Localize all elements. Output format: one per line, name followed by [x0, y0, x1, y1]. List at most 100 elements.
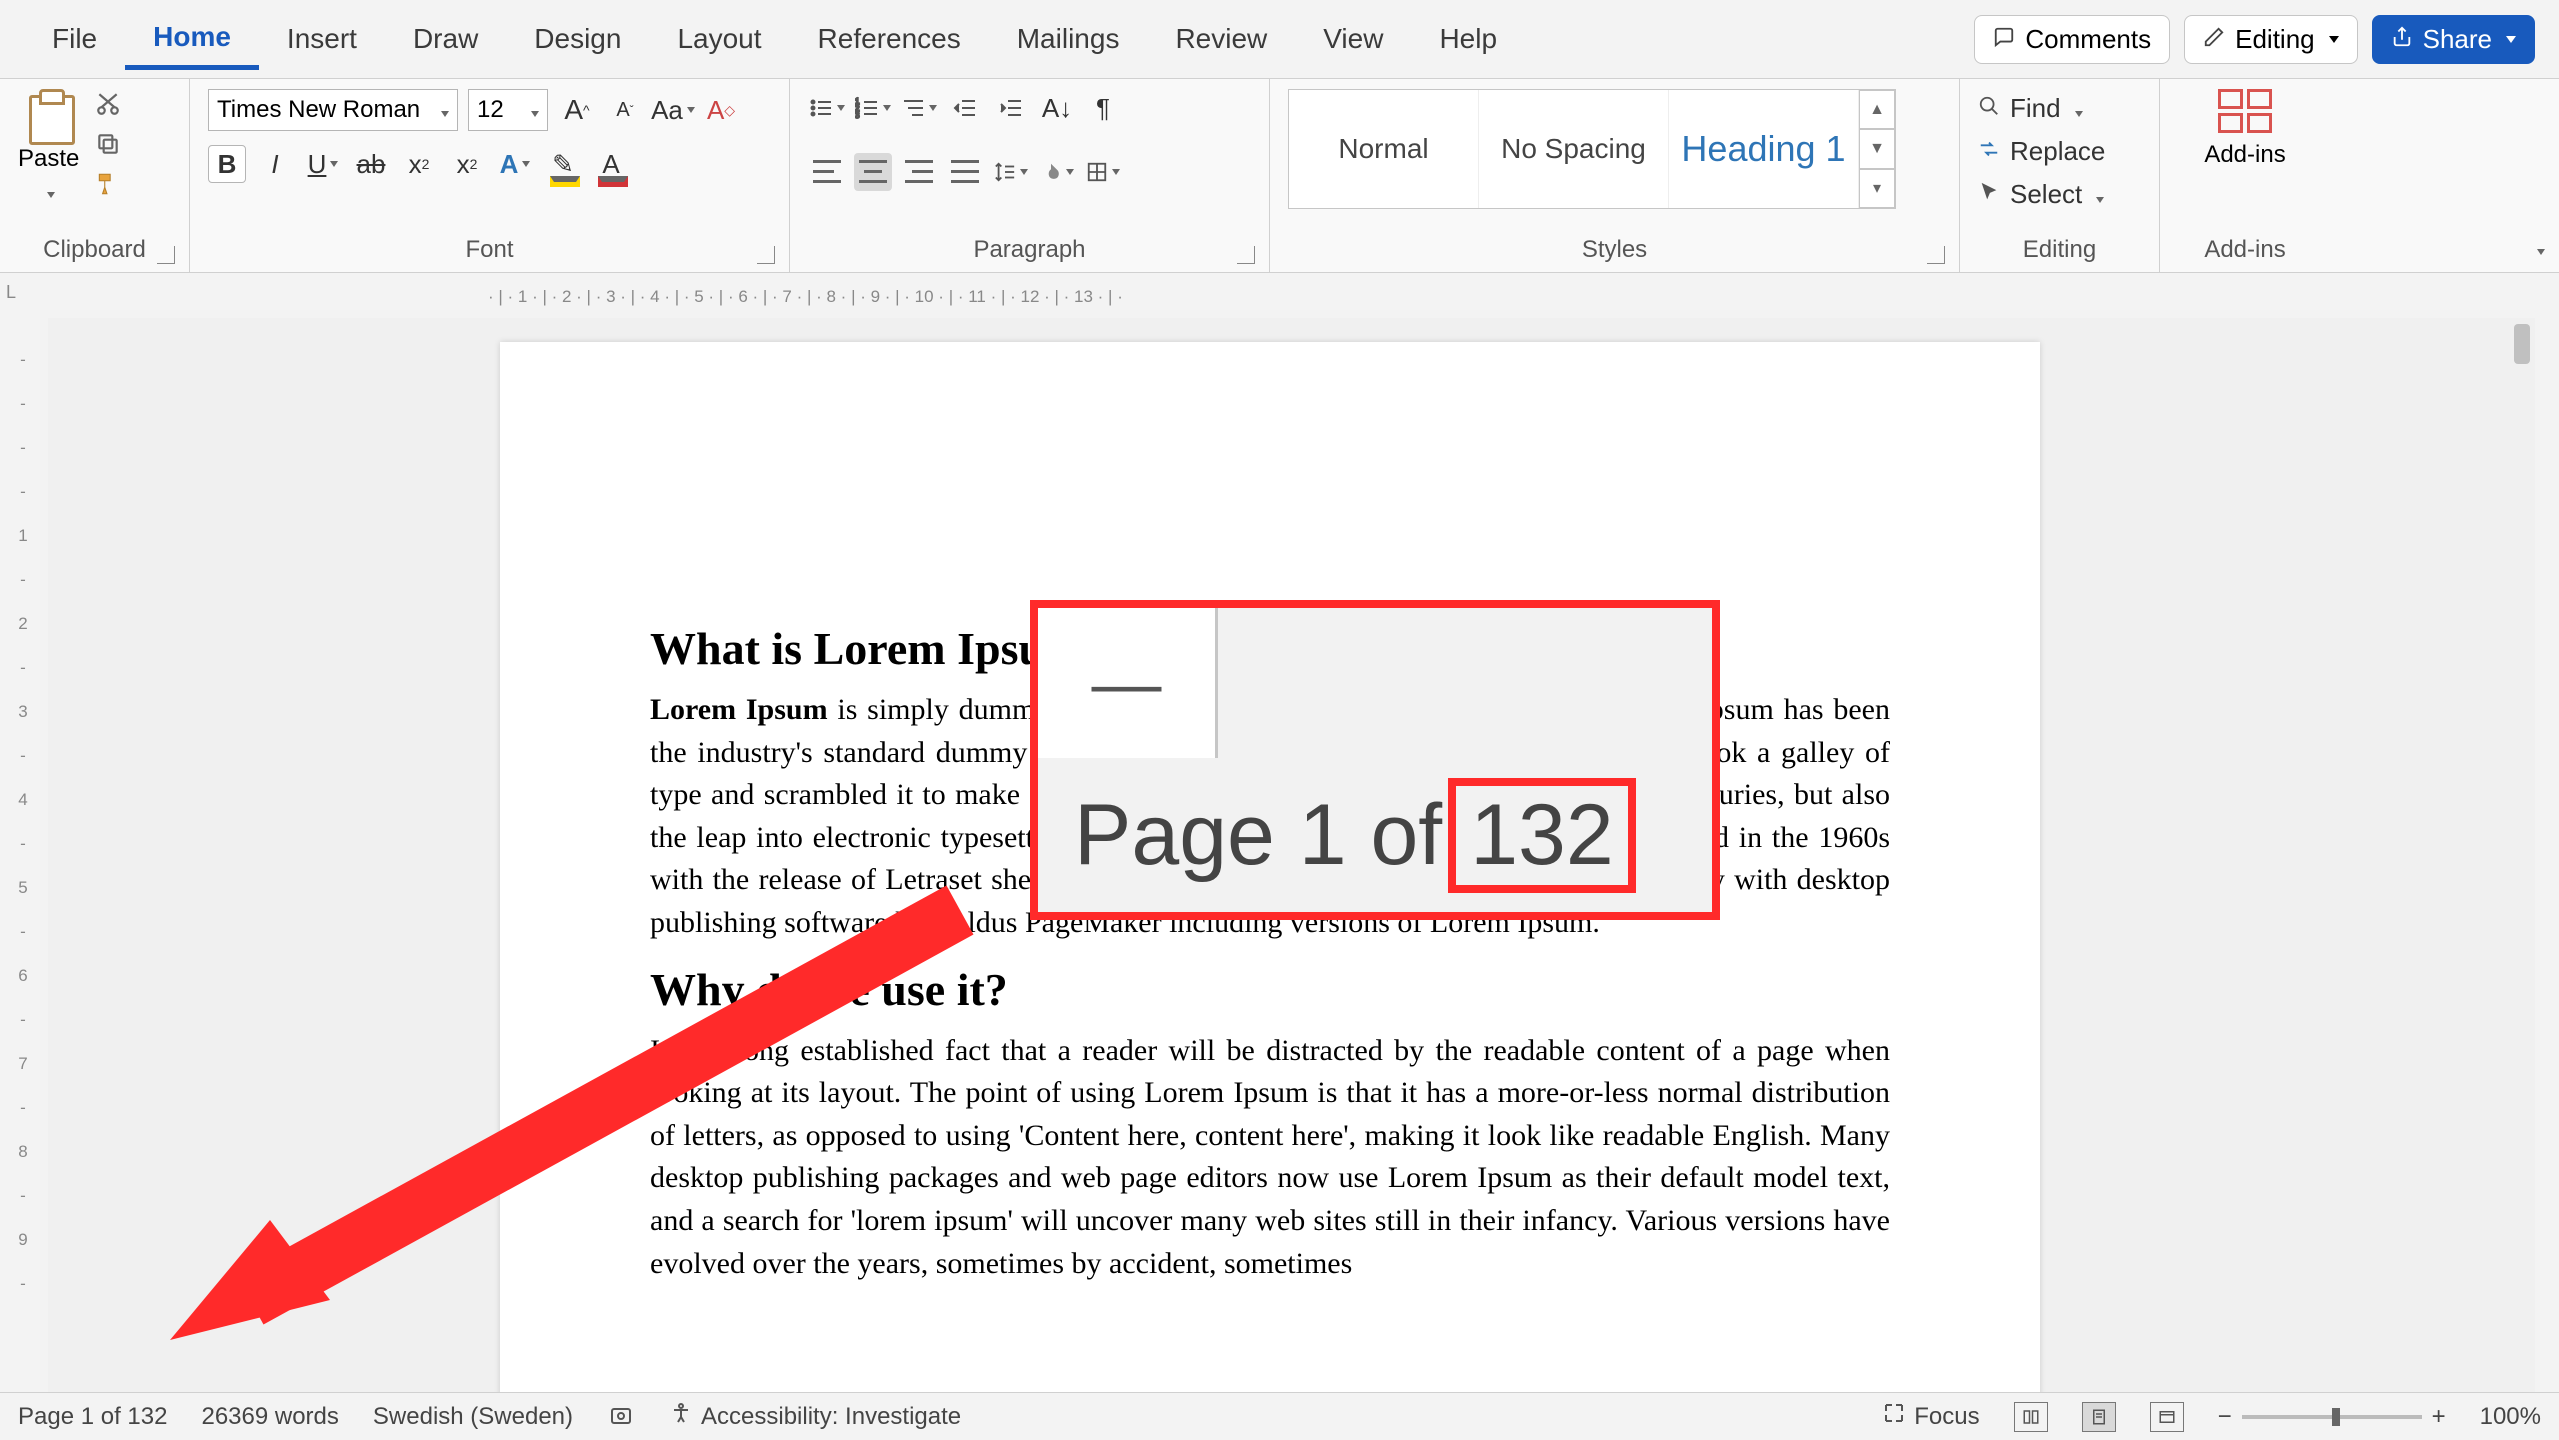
superscript-button[interactable]: x2 — [448, 145, 486, 183]
italic-button[interactable]: I — [256, 145, 294, 183]
font-color-button[interactable]: A — [592, 145, 630, 183]
show-marks-button[interactable]: ¶ — [1084, 89, 1122, 127]
underline-button[interactable]: U — [304, 145, 342, 183]
copy-button[interactable] — [93, 129, 123, 159]
bold-button[interactable]: B — [208, 145, 246, 183]
style-no-spacing[interactable]: No Spacing — [1479, 90, 1669, 208]
print-layout-view-button[interactable] — [2082, 1402, 2116, 1432]
strikethrough-button[interactable]: ab — [352, 145, 390, 183]
horizontal-ruler[interactable]: · | · 1 · | · 2 · | · 3 · | · 4 · | · 5 … — [48, 282, 2535, 312]
styles-gallery[interactable]: Normal No Spacing Heading 1 ▲ ▼ ▾ — [1288, 89, 1896, 209]
sort-button[interactable]: A↓ — [1038, 89, 1076, 127]
shading-button[interactable] — [1038, 153, 1076, 191]
change-case-button[interactable]: Aa — [654, 91, 692, 129]
numbering-button[interactable]: 123 — [854, 89, 892, 127]
align-left-button[interactable] — [808, 153, 846, 191]
dialog-launcher-icon[interactable] — [757, 246, 775, 264]
dialog-launcher-icon[interactable] — [1237, 246, 1255, 264]
cursor-icon — [1978, 179, 2000, 210]
subscript-button[interactable]: x2 — [400, 145, 438, 183]
status-word-count[interactable]: 26369 words — [201, 1403, 338, 1431]
vertical-scrollbar[interactable] — [2511, 318, 2533, 1392]
zoom-knob[interactable] — [2332, 1408, 2340, 1426]
group-clipboard: Paste Clipboard — [0, 79, 190, 272]
status-page[interactable]: Page 1 of 132 — [18, 1403, 167, 1431]
chevron-down-icon — [437, 96, 449, 124]
find-button[interactable]: Find — [1978, 89, 2083, 128]
font-family-combo[interactable]: Times New Roman — [208, 89, 458, 131]
group-label-paragraph: Paragraph — [808, 230, 1251, 272]
bullets-button[interactable] — [808, 89, 846, 127]
select-button[interactable]: Select — [1978, 175, 2104, 214]
font-size-combo[interactable]: 12 — [468, 89, 548, 131]
align-right-button[interactable] — [900, 153, 938, 191]
chevron-down-icon — [43, 177, 55, 205]
tab-layout[interactable]: Layout — [649, 11, 789, 67]
status-bar: Page 1 of 132 26369 words Swedish (Swede… — [0, 1392, 2559, 1440]
cut-button[interactable] — [93, 89, 123, 119]
share-label: Share — [2423, 24, 2492, 55]
styles-scroll-down[interactable]: ▼ — [1859, 129, 1895, 168]
vertical-ruler[interactable]: -- -- 1- 2- 3- 4- 5- 6- 7- 8- 9- — [6, 320, 40, 1392]
callout-highlighted-total: 132 — [1448, 778, 1636, 893]
style-heading-1[interactable]: Heading 1 — [1669, 90, 1859, 208]
dialog-launcher-icon[interactable] — [157, 246, 175, 264]
heading-2[interactable]: Why do we use it? — [650, 963, 1890, 1016]
style-normal[interactable]: Normal — [1289, 90, 1479, 208]
tab-design[interactable]: Design — [506, 11, 649, 67]
format-painter-button[interactable] — [93, 169, 123, 199]
multilevel-list-button[interactable] — [900, 89, 938, 127]
font-size-value: 12 — [477, 96, 504, 124]
line-spacing-button[interactable] — [992, 153, 1030, 191]
styles-expand[interactable]: ▾ — [1859, 169, 1895, 208]
zoom-in-button[interactable]: + — [2432, 1403, 2446, 1431]
editing-mode-button[interactable]: Editing — [2184, 15, 2358, 64]
tab-home[interactable]: Home — [125, 9, 259, 70]
macro-icon[interactable] — [607, 1403, 635, 1431]
accessibility-label: Accessibility: Investigate — [701, 1403, 961, 1431]
zoom-level[interactable]: 100% — [2480, 1403, 2541, 1431]
tab-review[interactable]: Review — [1147, 11, 1295, 67]
collapse-ribbon-button[interactable] — [2533, 242, 2545, 260]
search-icon — [1978, 93, 2000, 124]
zoom-track[interactable] — [2242, 1415, 2422, 1419]
status-accessibility[interactable]: Accessibility: Investigate — [669, 1401, 961, 1432]
scrollbar-thumb[interactable] — [2514, 324, 2530, 364]
focus-mode-button[interactable]: Focus — [1882, 1401, 1979, 1432]
dialog-launcher-icon[interactable] — [1927, 246, 1945, 264]
read-mode-view-button[interactable] — [2014, 1402, 2048, 1432]
tab-insert[interactable]: Insert — [259, 11, 385, 67]
shrink-font-button[interactable]: Aˇ — [606, 91, 644, 129]
styles-scroll-up[interactable]: ▲ — [1859, 90, 1895, 129]
addins-icon — [2218, 89, 2272, 133]
web-layout-view-button[interactable] — [2150, 1402, 2184, 1432]
tab-references[interactable]: References — [790, 11, 989, 67]
zoom-out-button[interactable]: − — [2218, 1403, 2232, 1431]
justify-button[interactable] — [946, 153, 984, 191]
status-language[interactable]: Swedish (Sweden) — [373, 1403, 573, 1431]
group-label-styles: Styles — [1288, 230, 1941, 272]
chevron-down-icon — [2092, 179, 2104, 210]
comments-button[interactable]: Comments — [1974, 15, 2170, 64]
decrease-indent-button[interactable] — [946, 89, 984, 127]
tab-file[interactable]: File — [24, 11, 125, 67]
clear-formatting-button[interactable]: A◇ — [702, 91, 740, 129]
tab-draw[interactable]: Draw — [385, 11, 506, 67]
tab-help[interactable]: Help — [1411, 11, 1525, 67]
focus-label: Focus — [1914, 1403, 1979, 1431]
zoom-slider[interactable]: − + — [2218, 1403, 2446, 1431]
align-center-button[interactable] — [854, 153, 892, 191]
tab-mailings[interactable]: Mailings — [989, 11, 1148, 67]
highlight-button[interactable]: ✎ — [544, 145, 582, 183]
paragraph-2[interactable]: It is a long established fact that a rea… — [650, 1030, 1890, 1286]
paste-button[interactable]: Paste — [18, 89, 79, 205]
text-effects-button[interactable]: A — [496, 145, 534, 183]
increase-indent-button[interactable] — [992, 89, 1030, 127]
borders-button[interactable] — [1084, 153, 1122, 191]
addins-button[interactable]: Add-ins — [2204, 141, 2285, 169]
replace-button[interactable]: Replace — [1978, 132, 2105, 171]
grow-font-button[interactable]: A^ — [558, 91, 596, 129]
share-icon — [2391, 24, 2413, 55]
tab-view[interactable]: View — [1295, 11, 1411, 67]
share-button[interactable]: Share — [2372, 15, 2535, 64]
